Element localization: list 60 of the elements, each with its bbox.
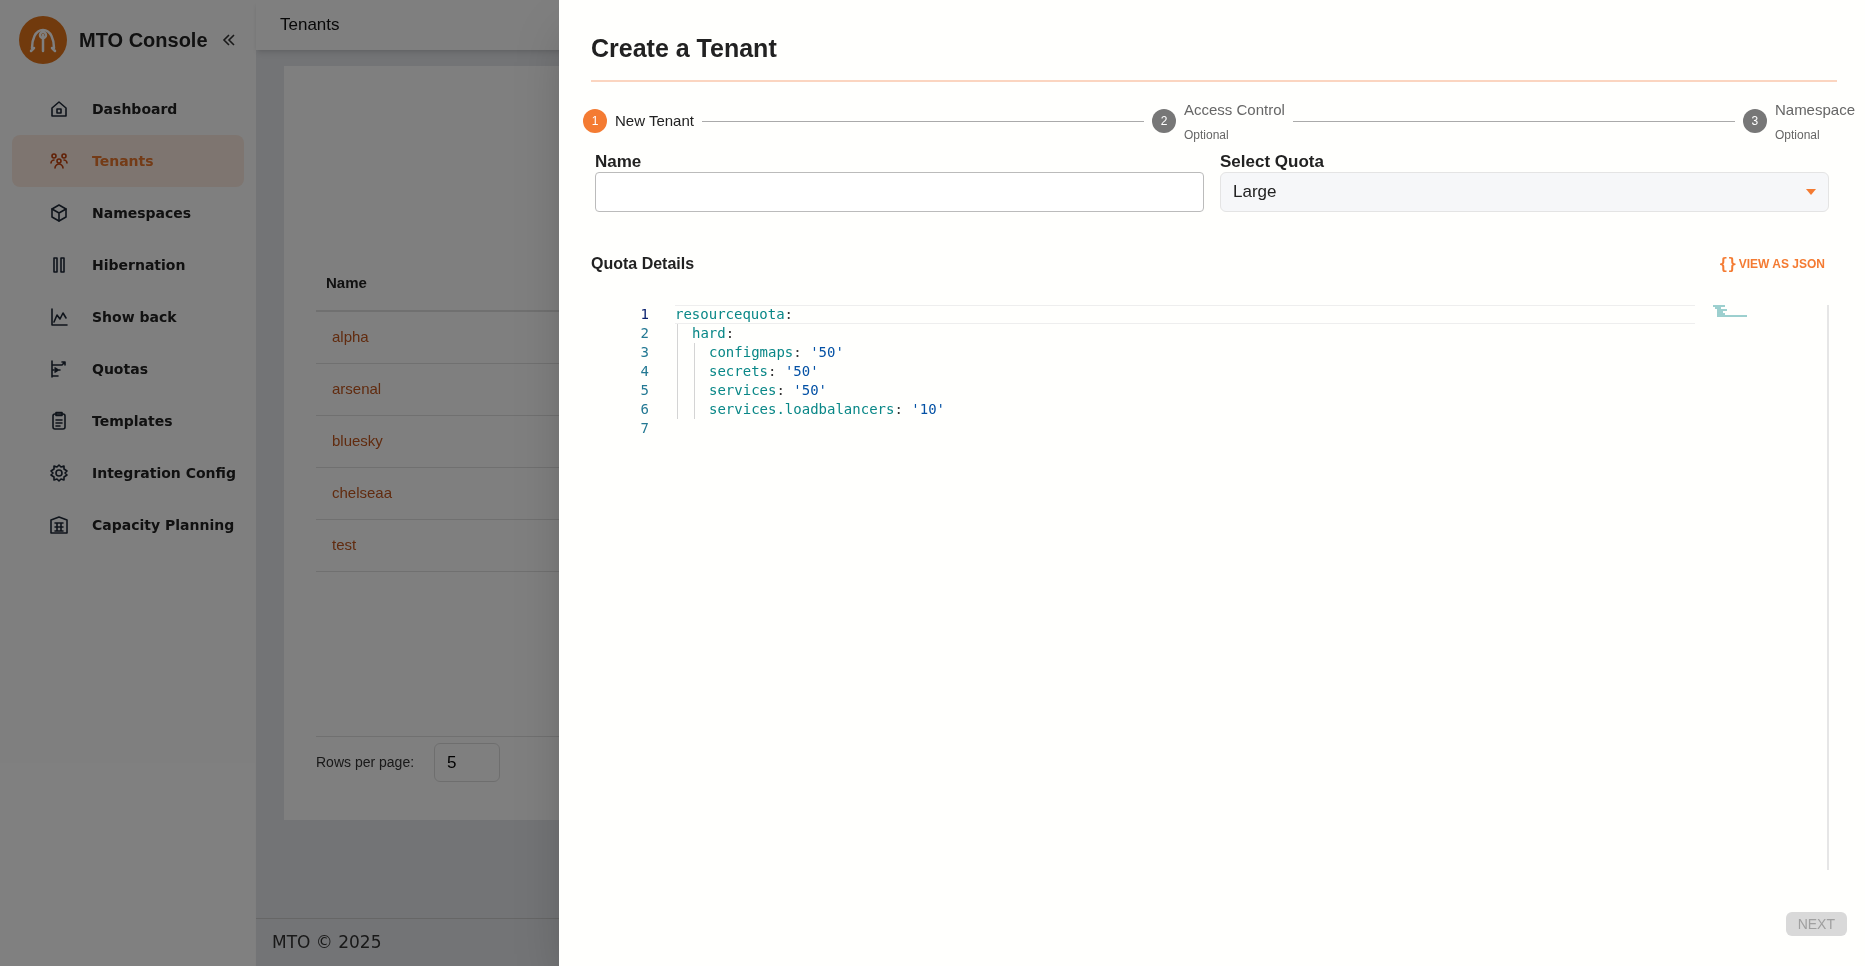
step-label: Namespace [1774, 100, 1855, 120]
code-editor[interactable]: 1 2 3 4 5 6 7 resourcequota: hard: configmaps: '50' secrets: '50' services: '50' services.loadbalancers: '10' [591, 305, 1829, 870]
line-number: 2 [640, 324, 649, 343]
chart-icon [49, 307, 69, 327]
chart-arrow-icon [49, 359, 69, 379]
sidebar-item[interactable]: Templates [12, 395, 244, 447]
line-number: 1 [640, 305, 649, 324]
step-optional: Optional [1774, 127, 1821, 144]
line-number: 6 [640, 400, 649, 419]
logo-icon [19, 16, 67, 64]
minimap-drawing [1713, 305, 1747, 317]
code-line: configmaps: '50' [709, 343, 844, 362]
view-as-json-button[interactable]: {}VIEW AS JSON [1718, 252, 1825, 276]
step-number: 3 [1742, 109, 1767, 133]
sidebar-item[interactable]: Hibernation [12, 239, 244, 291]
rows-per-page-label: Rows per page: [316, 753, 415, 772]
step-number: 2 [1152, 109, 1176, 133]
sidebar-item[interactable]: Quotas [12, 343, 244, 395]
clipboard-icon [49, 411, 69, 431]
page-title: Tenants [280, 14, 340, 37]
line-number: 7 [640, 419, 649, 438]
sidebar-item[interactable]: Dashboard [12, 83, 244, 135]
sidebar-item[interactable]: Integration Config [12, 447, 244, 499]
section-title: Quota Details [591, 254, 695, 274]
code-line: services.loadbalancers: '10' [709, 400, 946, 419]
building-icon [49, 515, 69, 535]
step-number: 1 [583, 109, 607, 133]
field-label: Name [595, 152, 643, 172]
sidebar-item[interactable]: Show back [12, 291, 244, 343]
tenant-link[interactable]: arsenal [332, 378, 382, 401]
column-header: Name [326, 272, 367, 293]
sidebar-item[interactable]: Namespaces [12, 187, 244, 239]
app-title: MTO Console [79, 28, 209, 53]
cube-icon [49, 203, 69, 223]
name-field[interactable] [595, 172, 1204, 212]
collapse-icon[interactable] [221, 32, 237, 48]
tenant-link[interactable]: test [332, 534, 357, 557]
step-optional: Optional [1184, 127, 1230, 144]
field-label: Select Quota [1220, 152, 1325, 172]
step-label: Access Control [1184, 100, 1285, 120]
code-line: secrets: '50' [709, 362, 819, 381]
users-icon [49, 151, 69, 171]
code-line: resourcequota: [675, 305, 793, 324]
sidebar-item[interactable]: Capacity Planning [12, 499, 244, 551]
rows-per-page-select[interactable]: 5 [434, 743, 501, 782]
footer-text: MTO © 2025 [272, 930, 382, 954]
line-number: 5 [640, 381, 649, 400]
settings-icon [49, 463, 69, 483]
tenant-link[interactable]: alpha [332, 326, 369, 349]
code-line: services: '50' [709, 381, 828, 400]
quota-select[interactable]: Large [1220, 172, 1829, 212]
home-icon [49, 99, 69, 119]
step-label: New Tenant [615, 111, 694, 131]
drawer-title: Create a Tenant [591, 33, 778, 64]
tenant-link[interactable]: chelseaa [332, 482, 393, 505]
line-number: 4 [640, 362, 649, 381]
tenant-link[interactable]: bluesky [332, 430, 383, 453]
line-number: 3 [640, 343, 649, 362]
dropdown-caret-icon [1806, 189, 1816, 195]
code-line: hard: [692, 324, 735, 343]
